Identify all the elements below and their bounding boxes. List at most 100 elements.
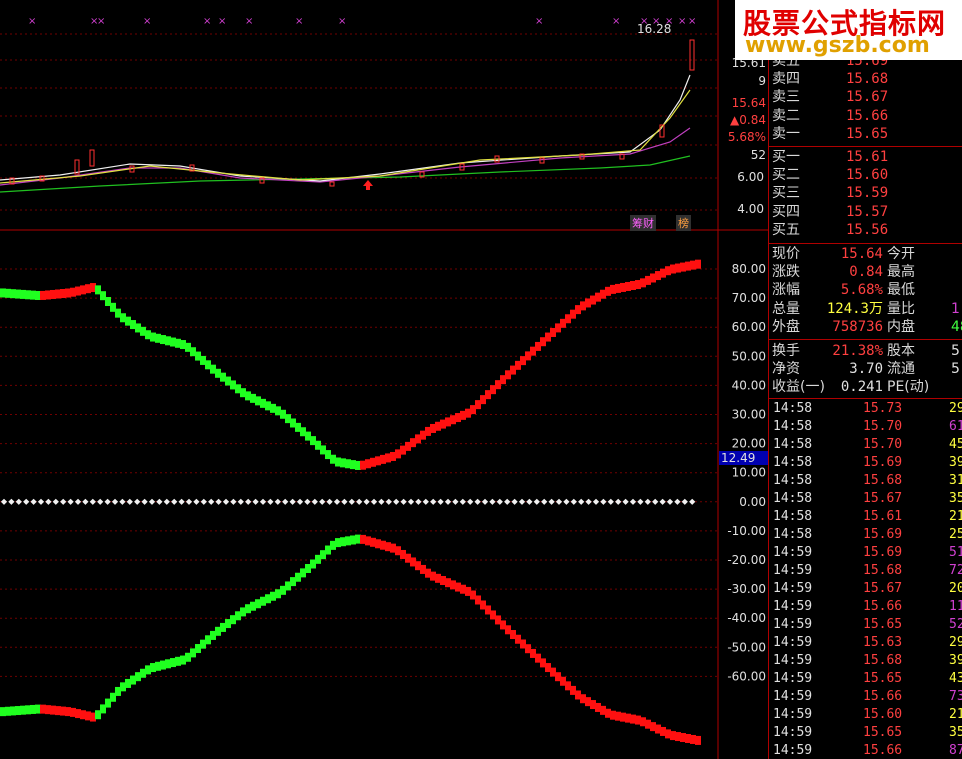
signal-marker-icon: × [143, 16, 151, 27]
zero-line-marker [319, 498, 326, 505]
label-vol: 9 [758, 74, 766, 88]
tick-row: 14:59 15.66 112 [769, 598, 962, 616]
tick-volume: 25 [949, 527, 962, 542]
ask-row[interactable]: 卖四 15.68 [769, 70, 962, 88]
zero-line-marker [156, 498, 163, 505]
tick-time: 14:59 [773, 635, 813, 650]
tick-row: 14:59 15.65 52 [769, 616, 962, 634]
tick-price: 15.66 [863, 743, 903, 758]
zero-line-marker [141, 498, 148, 505]
tick-row: 14:59 15.66 87 [769, 742, 962, 759]
zero-line-marker [370, 498, 378, 505]
bid-price: 15.61 [846, 149, 889, 165]
zero-line-marker [30, 498, 37, 505]
tick-price: 15.67 [863, 491, 903, 506]
stat-label: 收益(一) [772, 379, 825, 396]
zero-line-marker [681, 498, 688, 505]
ask-row[interactable]: 卖三 15.67 [769, 88, 962, 106]
stat-label: 流通 [887, 361, 915, 378]
candle [689, 39, 695, 71]
stat-label: 换手 [772, 343, 800, 359]
tick-price: 15.68 [863, 653, 903, 668]
tick-row: 14:58 15.69 25 [769, 526, 962, 544]
zero-line-marker [289, 498, 296, 505]
tick-price: 15.68 [863, 563, 903, 578]
bid-row[interactable]: 买四 15.57 [769, 203, 962, 221]
tick-volume: 52 [949, 617, 962, 632]
zero-line-marker [467, 498, 474, 505]
tick-volume: 29 [949, 401, 962, 416]
zero-line-marker [422, 498, 429, 505]
bid-row[interactable]: 买一 15.61 [769, 148, 962, 166]
zero-line-marker [489, 498, 496, 505]
tick-row: 14:58 15.61 21 [769, 508, 962, 526]
zero-line-marker [52, 498, 59, 505]
ask-price: 15.67 [846, 89, 889, 106]
tag-caicai[interactable]: 筹财 [630, 215, 656, 231]
zero-line-marker [200, 498, 207, 505]
tick-time: 14:59 [773, 653, 813, 668]
stat-row: 现价 15.64 今开 [769, 245, 962, 263]
zero-line-marker [385, 498, 392, 505]
ma-short-line [0, 74, 691, 182]
tick-price: 15.60 [863, 707, 903, 722]
zero-line-marker [148, 498, 156, 505]
zero-line-marker [119, 498, 126, 505]
tick-volume: 39 [949, 653, 962, 668]
stat-row: 涨跌 0.84 最高 [769, 263, 962, 281]
zero-line-marker [67, 498, 74, 505]
tag-bang[interactable]: 榜 [676, 215, 691, 231]
zero-line-marker [111, 498, 119, 505]
stat-row: 外盘 758736内盘 48 [769, 318, 962, 336]
tick-price: 15.70 [863, 419, 903, 434]
zero-line-marker [178, 498, 185, 505]
zero-line-marker [430, 498, 437, 505]
ma-long-line [0, 155, 691, 193]
zero-line-marker [126, 498, 133, 505]
tick-row: 14:59 15.66 73 [769, 688, 962, 706]
signal-marker-icon: × [678, 16, 686, 27]
zero-line-marker [304, 498, 311, 505]
signal-marker-icon: × [28, 16, 36, 27]
bid-price: 15.56 [846, 221, 889, 238]
zero-line-marker [659, 498, 666, 505]
zero-line-marker [652, 498, 659, 505]
stat-label: 内盘 [887, 318, 915, 335]
stat-label: 净资 [772, 361, 800, 378]
tick-volume: 87 [949, 743, 962, 758]
signal-marker-icon: × [535, 16, 543, 27]
zero-line-marker [607, 498, 614, 505]
tick-price: 15.70 [863, 437, 903, 452]
zero-line-marker [134, 498, 141, 505]
low-axis-label: -40.00 [727, 611, 766, 625]
stat-label: 涨幅 [772, 282, 800, 299]
candle [89, 149, 95, 167]
tick-row: 14:59 15.63 29 [769, 634, 962, 652]
zero-line-marker [356, 498, 363, 505]
tick-list[interactable]: 14:5815.732914:5815.706114:5815.704514:5… [769, 400, 962, 759]
stat-label: 最高 [887, 264, 915, 281]
signal-marker-icon: × [612, 16, 620, 27]
label-change: ▲0.84 [730, 113, 766, 127]
ask-row[interactable]: 卖一 15.65 [769, 125, 962, 143]
zero-line-marker [437, 498, 444, 505]
tick-row: 14:58 15.67 35 [769, 490, 962, 508]
zero-line-marker [600, 498, 607, 505]
mid-axis-label: 50.00 [732, 349, 766, 363]
stat-row: 总量 124.3万 量比 1 [769, 300, 962, 318]
zero-line-marker [481, 498, 489, 505]
chart-area[interactable]: 80.00 70.00 60.00 50.00 40.00 30.00 20.00 10.00… [0, 0, 769, 759]
zero-line-marker [237, 498, 244, 505]
ask-row[interactable]: 卖二 15.66 [769, 107, 962, 125]
tick-volume: 35 [949, 491, 962, 506]
zero-line-marker [444, 498, 452, 505]
indicator-chart[interactable]: 80.00 70.00 60.00 50.00 40.00 30.00 20.00 10.00… [0, 0, 768, 759]
bid-row[interactable]: 买二 15.60 [769, 166, 962, 184]
stat-row: 收益(一) 0.241 PE(动) [769, 378, 962, 396]
bid-row[interactable]: 买五 15.56 [769, 221, 962, 239]
bid-price: 15.57 [846, 203, 889, 220]
mid-axis-label: 30.00 [732, 408, 766, 422]
bid-row[interactable]: 买三 15.59 [769, 184, 962, 202]
ask-label: 卖三 [772, 89, 800, 106]
label-pct: 5.68% [727, 130, 766, 144]
